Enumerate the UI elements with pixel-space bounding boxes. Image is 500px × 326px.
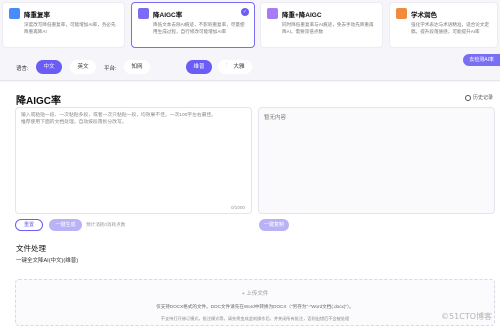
page-title: 降AIGC率 bbox=[16, 96, 61, 107]
lang-option-zh[interactable]: 中文 bbox=[36, 60, 62, 74]
copy-button[interactable]: 一键复制 bbox=[259, 219, 289, 231]
input-placeholder: 输入或粘贴一段、一次粘贴多段，或者一次只粘贴一段，均效果不佳，一次100字左右最… bbox=[21, 113, 217, 125]
aigc-icon bbox=[138, 8, 149, 19]
combo-icon bbox=[267, 8, 278, 19]
platform-label: 平台: bbox=[104, 66, 117, 72]
upload-note-revision: 不支持打开修订模式，批注模式等，请先将变成此刻操作后，并关闭所有批注，否则出错后… bbox=[160, 316, 350, 321]
upload-note-format: 仅支持DOCX格式的文件。DOC文件请先在Word中转换为DOCX（"另存为"-… bbox=[156, 304, 354, 309]
main-panel: 降AIGC率 历史记录 输入或粘贴一段、一次粘贴多段，或者一次只粘贴一段，均效果… bbox=[0, 82, 500, 326]
output-area: 暂无内容 bbox=[258, 107, 495, 214]
mode-cards: 降重复率 深度改写降低重复率，可能增加AI率，务必先降重再降AI ✓ 降AIGC… bbox=[0, 0, 500, 50]
divider bbox=[0, 80, 500, 81]
language-label: 语言: bbox=[16, 66, 29, 72]
history-button[interactable]: 历史记录 bbox=[464, 94, 493, 101]
generate-button[interactable]: 一键生成 bbox=[49, 219, 82, 231]
card-desc: 强化学术表达与术语精准，适合论文定稿，提升段落质感，可能提升AI率 bbox=[411, 22, 490, 34]
cost-estimate: 预计消耗0消耗点数 bbox=[86, 222, 126, 227]
output-placeholder: 暂无内容 bbox=[264, 115, 287, 121]
card-dedup-aigc[interactable]: 降重+降AIGC 同时降低重复率与AI痕迹，免去手动先降重再降AI，需要双倍点数 bbox=[260, 2, 383, 48]
card-title: 学术润色 bbox=[411, 11, 437, 19]
dedup-icon bbox=[9, 8, 20, 19]
card-dedup[interactable]: 降重复率 深度改写降低重复率，可能增加AI率，务必先降重再降AI bbox=[2, 2, 125, 48]
card-desc: 同时降低重复率与AI痕迹，免去手动先降重再降AI，需要双倍点数 bbox=[282, 22, 374, 34]
upload-label[interactable]: + 上传文件 bbox=[16, 289, 494, 297]
card-reduce-aigc[interactable]: ✓ 降AIGC率 降低文本去除AI痕迹，不影响重复率，尽量使用生成过程，自行修改… bbox=[131, 2, 255, 48]
lang-option-en[interactable]: 英文 bbox=[70, 60, 96, 74]
input-textarea[interactable]: 输入或粘贴一段、一次粘贴多段，或者一次只粘贴一段，均效果不佳，一次100字左右最… bbox=[15, 107, 252, 214]
history-label: 历史记录 bbox=[472, 95, 493, 101]
card-desc: 降低文本去除AI痕迹，不影响重复率，尽量使用生成过程，自行修改可能增加AI率 bbox=[153, 22, 245, 34]
char-counter: 0/1000 bbox=[230, 205, 245, 210]
card-title: 降AIGC率 bbox=[153, 11, 183, 19]
card-title: 降重复率 bbox=[24, 11, 50, 19]
file-section-subtitle: 一键全文降AI(中文)(维普) bbox=[16, 258, 79, 264]
card-title: 降重+降AIGC bbox=[282, 11, 322, 19]
check-icon: ✓ bbox=[241, 8, 249, 16]
file-section-title: 文件处理 bbox=[16, 244, 46, 253]
reset-button[interactable]: 重置 bbox=[15, 219, 43, 231]
card-desc: 深度改写降低重复率，可能增加AI率，务必先降重再降AI bbox=[24, 22, 116, 34]
polish-icon bbox=[396, 8, 407, 19]
platform-option-cnki[interactable]: 知网 bbox=[124, 60, 150, 74]
clock-icon bbox=[464, 94, 471, 101]
card-polish[interactable]: 学术润色 强化学术表达与术语精准，适合论文定稿，提升段落质感，可能提升AI率 bbox=[389, 2, 498, 48]
watermark: ©51CTO博客 bbox=[441, 312, 492, 321]
upload-dropzone[interactable]: + 上传文件 仅支持DOCX格式的文件。DOC文件请先在Word中转换为DOCX… bbox=[15, 279, 495, 326]
platform-option-daya[interactable]: 大雅 bbox=[226, 60, 252, 74]
platform-option-vip[interactable]: 维普 bbox=[186, 60, 212, 74]
